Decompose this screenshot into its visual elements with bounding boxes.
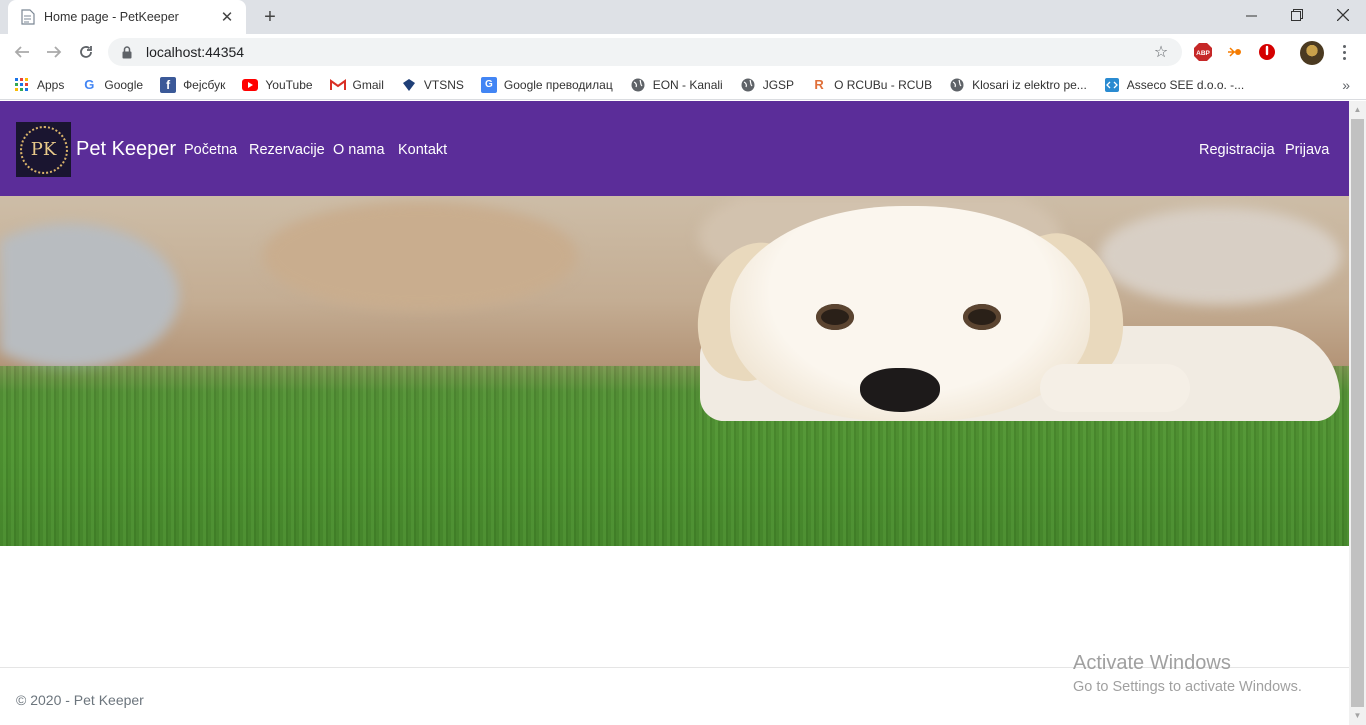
site-navbar: PK Pet Keeper Početna Rezervacije O nama… <box>0 101 1349 196</box>
bookmark-eon-kanali[interactable]: EON - Kanali <box>630 77 723 93</box>
reload-icon[interactable] <box>74 40 98 64</box>
vtsns-icon <box>401 77 417 93</box>
nav-link-registracija[interactable]: Registracija <box>1199 142 1275 158</box>
bookmark-klosari[interactable]: Klosari iz elektro pe... <box>949 77 1087 93</box>
globe-icon <box>740 77 756 93</box>
watermark-subtitle: Go to Settings to activate Windows. <box>1073 679 1302 695</box>
puppy-paw <box>1040 364 1190 412</box>
site-brand[interactable]: Pet Keeper <box>76 138 176 161</box>
hero-image-puppy <box>0 196 1349 546</box>
bookmark-label: EON - Kanali <box>652 77 723 92</box>
extension-share-icon[interactable] <box>1225 42 1245 62</box>
windows-activation-watermark: Activate Windows Go to Settings to activ… <box>1073 652 1302 695</box>
restore-window-icon[interactable] <box>1274 0 1320 30</box>
adblock-plus-icon[interactable]: ABP <box>1193 42 1213 62</box>
globe-icon <box>630 77 646 93</box>
nav-link-prijava[interactable]: Prijava <box>1285 142 1329 158</box>
nav-link-o-nama[interactable]: O nama <box>333 142 385 158</box>
puppy-nose <box>860 368 940 412</box>
scroll-down-arrow-icon[interactable]: ▼ <box>1353 711 1362 720</box>
browser-tabstrip: Home page - PetKeeper ✕ + <box>0 0 1366 34</box>
bookmark-label: Google <box>104 77 144 92</box>
facebook-icon: f <box>160 76 177 93</box>
bookmark-facebook[interactable]: f Фејсбук <box>160 76 226 93</box>
footer-copyright: © 2020 - Pet Keeper <box>16 692 144 708</box>
bookmark-apps[interactable]: Apps <box>14 77 64 93</box>
svg-text:ABP: ABP <box>1196 50 1210 57</box>
bookmark-label: JGSP <box>762 77 795 92</box>
profile-avatar[interactable] <box>1300 41 1324 65</box>
url-text[interactable]: localhost:44354 <box>146 44 1152 60</box>
google-icon: G <box>84 77 95 92</box>
bookmark-label: Asseco SEE d.o.o. -... <box>1126 77 1245 92</box>
nav-link-rezervacije[interactable]: Rezervacije <box>249 142 325 158</box>
bookmark-rcub[interactable]: R O RCUBu - RCUB <box>811 77 932 93</box>
google-translate-icon: G <box>480 76 497 93</box>
puppy-eye-right <box>963 304 1001 330</box>
new-tab-icon[interactable]: + <box>258 6 282 28</box>
bookmark-label: Klosari iz elektro pe... <box>972 77 1087 92</box>
bookmark-gmail[interactable]: Gmail <box>329 77 384 93</box>
close-window-icon[interactable] <box>1320 0 1366 30</box>
tab-title: Home page - PetKeeper <box>44 10 179 24</box>
scroll-up-arrow-icon[interactable]: ▲ <box>1353 105 1362 114</box>
bookmark-star-icon[interactable]: ☆ <box>1152 43 1170 61</box>
bookmarks-overflow-icon[interactable]: » <box>1342 77 1350 93</box>
bookmark-label: VTSNS <box>423 77 464 92</box>
bookmark-vtsns[interactable]: VTSNS <box>401 77 464 93</box>
bookmark-label: Apps <box>37 77 65 92</box>
page-viewport: PK Pet Keeper Početna Rezervacije O nama… <box>0 101 1349 725</box>
gmail-icon <box>329 77 346 93</box>
bookmarks-bar: Apps G Google f Фејсбук YouTube Gmail VT… <box>0 70 1366 100</box>
bookmark-label: Gmail <box>352 77 384 92</box>
browser-toolbar: localhost:44354 ☆ ABP <box>0 34 1366 70</box>
forward-arrow-icon[interactable] <box>42 40 66 64</box>
bookmark-label: O RCUBu - RCUB <box>834 77 933 92</box>
browser-menu-icon[interactable] <box>1334 42 1354 62</box>
close-tab-icon[interactable]: ✕ <box>218 8 236 26</box>
bookmark-google[interactable]: G Google <box>81 77 143 93</box>
page-scrollbar[interactable]: ▲ ▼ <box>1349 101 1366 725</box>
bookmark-asseco[interactable]: Asseco SEE d.o.o. -... <box>1104 77 1244 93</box>
apps-grid-icon <box>14 77 30 93</box>
scrollbar-thumb[interactable] <box>1351 119 1364 707</box>
address-bar[interactable]: localhost:44354 ☆ <box>108 38 1182 66</box>
watermark-title: Activate Windows <box>1073 652 1231 674</box>
bookmark-youtube[interactable]: YouTube <box>242 77 313 93</box>
bookmark-jgsp[interactable]: JGSP <box>740 77 794 93</box>
back-arrow-icon[interactable] <box>10 40 34 64</box>
puppy-eye-left <box>816 304 854 330</box>
youtube-icon <box>242 77 259 93</box>
minimize-window-icon[interactable] <box>1228 0 1274 30</box>
logo-emblem: PK <box>19 125 68 174</box>
rcub-icon: R <box>814 77 824 92</box>
bookmark-label: Фејсбук <box>183 77 226 92</box>
bookmark-google-translate[interactable]: G Google преводилац <box>480 76 613 93</box>
nav-link-pocetna[interactable]: Početna <box>184 142 237 158</box>
browser-tab-active[interactable]: Home page - PetKeeper ✕ <box>8 0 246 34</box>
lock-icon[interactable] <box>120 45 134 59</box>
globe-icon <box>949 77 965 93</box>
bookmark-label: Google преводилац <box>503 77 613 92</box>
site-logo[interactable]: PK <box>16 122 71 177</box>
nav-link-kontakt[interactable]: Kontakt <box>398 142 447 158</box>
page-favicon-icon <box>20 9 36 25</box>
extension-shield-icon[interactable] <box>1257 42 1277 62</box>
asseco-icon <box>1104 77 1120 93</box>
bookmark-label: YouTube <box>265 77 313 92</box>
